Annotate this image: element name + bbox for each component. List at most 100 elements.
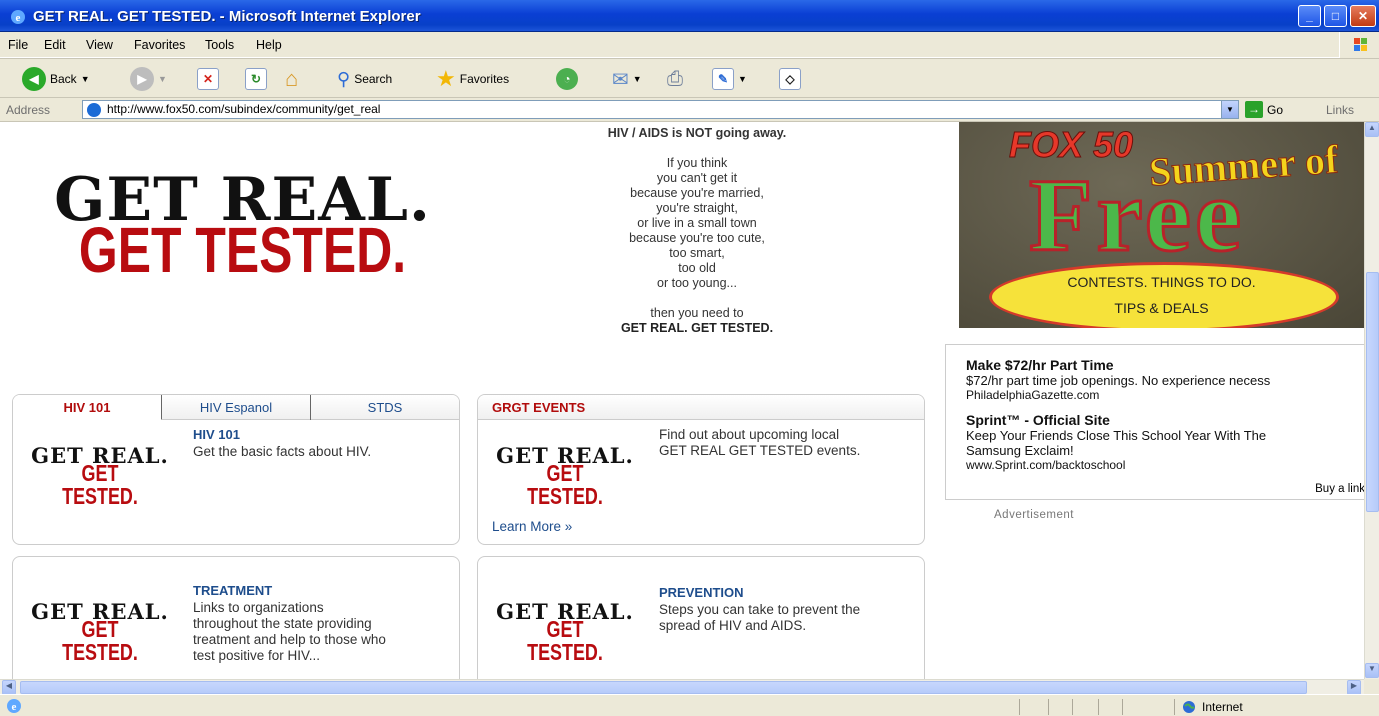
tab-stds[interactable]: STDS [311,395,459,420]
history-icon: ◔ [556,68,578,90]
treatment-line: throughout the state providing [193,616,372,631]
status-divider [1174,699,1175,715]
title-bar[interactable]: e GET REAL. GET TESTED. - Microsoft Inte… [0,0,1379,32]
forward-button[interactable]: ▶ ▼ [130,66,167,92]
address-input[interactable]: http://www.fox50.com/subindex/community/… [82,100,1239,119]
status-divider [1072,699,1073,715]
message-line: too smart, [669,246,725,260]
hiv101-title[interactable]: HIV 101 [193,427,240,442]
svg-text:e: e [16,12,21,24]
ad-description-2: Samsung Exclaim! [966,443,1074,458]
page-status-icon: e [7,699,21,713]
vertical-scroll-thumb[interactable] [1366,272,1379,512]
back-label: Back [50,72,77,86]
address-dropdown-icon[interactable]: ▼ [1221,101,1238,118]
prevention-title[interactable]: PREVENTION [659,585,744,600]
scroll-down-icon[interactable]: ▼ [1365,663,1379,678]
treatment-line: test positive for HIV... [193,648,321,663]
security-zone: Internet [1182,700,1243,714]
edit-button[interactable]: ✎ ▼ [712,66,747,92]
menu-edit[interactable]: Edit [44,38,66,52]
vertical-scrollbar[interactable]: ▲ ▼ [1364,122,1379,679]
fox50-summer-ad[interactable]: FOX 50 Summer of Free CONTESTS. THINGS T… [959,122,1364,328]
mini-logo: GET REAL. GET TESTED. [31,599,169,665]
search-icon: ⚲ [337,68,351,89]
tab-hiv-espanol[interactable]: HIV Espanol [162,395,311,420]
windows-logo-icon [1339,32,1379,58]
sponsored-links: Make $72/hr Part Time $72/hr part time j… [945,344,1364,500]
message-line: too old [678,261,716,275]
treatment-line: Links to organizations [193,600,324,615]
print-button[interactable]: ⎙ [667,66,683,92]
learn-more-link[interactable]: Learn More » [492,519,572,534]
menu-tools[interactable]: Tools [205,38,234,52]
maximize-button[interactable]: □ [1324,5,1347,27]
scroll-right-icon[interactable]: ▶ [1347,680,1361,695]
menu-view[interactable]: View [86,38,113,52]
ad-banner-line1: CONTESTS. THINGS TO DO. [1067,274,1256,290]
home-button[interactable]: ⌂ [285,66,298,92]
stop-icon: ✕ [197,68,219,90]
menu-favorites[interactable]: Favorites [134,38,185,52]
home-icon: ⌂ [285,66,299,91]
minimize-button[interactable]: _ [1298,5,1321,27]
message-line: because you're married, [630,186,764,200]
search-button[interactable]: ⚲ Search [337,66,392,92]
status-divider [1019,699,1020,715]
prevention-panel: GET REAL. GET TESTED. PREVENTION Steps y… [477,556,925,679]
status-bar: e Internet [0,694,1379,716]
message-line: or too young... [657,276,737,290]
go-button[interactable]: → Go [1245,101,1283,118]
go-arrow-icon: → [1245,101,1263,118]
scroll-left-icon[interactable]: ◀ [2,680,16,695]
ad-url[interactable]: www.Sprint.com/backtoschool [966,458,1364,472]
standard-toolbar: ◀ Back ▼ ▶ ▼ ✕ ↻ ⌂ ⚲ Search ★ Favorites … [0,58,1379,98]
history-button[interactable]: ◔ [556,66,578,92]
hiv101-tabs: HIV 101 HIV Espanol STDS [13,395,459,420]
menu-help[interactable]: Help [256,38,282,52]
address-url: http://www.fox50.com/subindex/community/… [107,102,381,116]
stop-button[interactable]: ✕ [197,66,219,92]
ad-description: Keep Your Friends Close This School Year… [966,428,1267,443]
mail-icon: ✉ [612,68,629,91]
ad-headline[interactable]: Sprint™ - Official Site [966,412,1364,428]
favorites-label: Favorites [459,72,510,86]
mini-logo: GET REAL. GET TESTED. [496,443,634,509]
page-content: GET REAL. GET TESTED. HIV / AIDS is NOT … [0,122,1364,679]
chevron-down-icon: ▼ [80,74,90,84]
links-toolbar[interactable]: Links [1326,103,1354,117]
favorites-button[interactable]: ★ Favorites [436,66,509,92]
star-icon: ★ [436,66,456,91]
treatment-title[interactable]: TREATMENT [193,583,272,598]
page-icon [87,103,101,117]
go-label: Go [1267,102,1284,117]
horizontal-scroll-thumb[interactable] [20,681,1307,694]
treatment-line: treatment and help to those who [193,632,386,647]
buy-a-link[interactable]: Buy a link [1315,483,1364,495]
address-bar: Address http://www.fox50.com/subindex/co… [0,98,1379,122]
scroll-up-icon[interactable]: ▲ [1365,122,1379,137]
ad-banner-oval [989,262,1339,328]
back-button[interactable]: ◀ Back ▼ [22,66,90,92]
menu-file[interactable]: File [8,38,28,52]
refresh-button[interactable]: ↻ [245,66,267,92]
prevention-line: spread of HIV and AIDS. [659,618,807,633]
ad-url[interactable]: PhiladelphiaGazette.com [966,388,1364,402]
ie-icon: e [11,10,25,24]
chevron-down-icon: ▼ [632,74,642,84]
close-button[interactable]: ✕ [1350,5,1376,27]
horizontal-scrollbar[interactable]: ◀ ▶ [0,679,1364,695]
ad-headline[interactable]: Make $72/hr Part Time [966,357,1364,373]
message-line: or live in a small town [637,216,757,230]
chevron-down-icon: ▼ [738,74,747,84]
treatment-panel: GET REAL. GET TESTED. TREATMENT Links to… [12,556,460,679]
ad-item[interactable]: Sprint™ - Official Site Keep Your Friend… [966,412,1364,472]
back-arrow-icon: ◀ [22,67,46,91]
status-divider [1048,699,1049,715]
awareness-message: HIV / AIDS is NOT going away. If you thi… [467,126,927,336]
ad-item[interactable]: Make $72/hr Part Time $72/hr part time j… [966,357,1364,402]
discuss-button[interactable]: ◇ [779,66,801,92]
hiv101-panel: HIV 101 HIV Espanol STDS GET REAL. GET T… [12,394,460,545]
tab-hiv-101[interactable]: HIV 101 [13,395,162,420]
mail-button[interactable]: ✉ ▼ [612,66,642,92]
